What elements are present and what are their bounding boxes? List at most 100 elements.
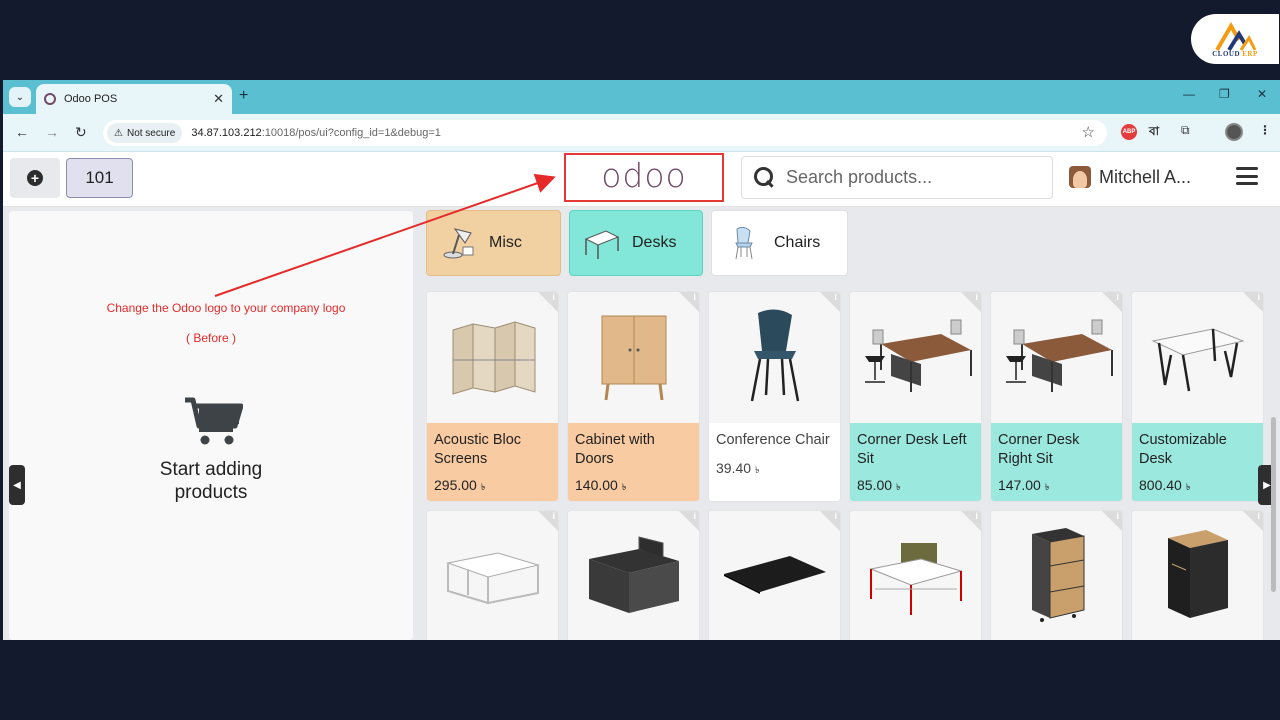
chair-icon xyxy=(735,226,753,260)
product-name: Customizable Desk xyxy=(1139,432,1227,467)
empty-cart-message: Start adding products xyxy=(9,458,413,504)
currency-symbol: ৳ xyxy=(480,482,486,492)
plus-icon: + xyxy=(27,170,43,186)
chair-icon xyxy=(740,305,810,410)
pos-header: + 101 odoo Search products... Mitchell A… xyxy=(3,152,1280,207)
category-misc-label: Misc xyxy=(489,234,522,251)
profile-icon[interactable] xyxy=(1225,123,1243,141)
extensions-puzzle-icon[interactable]: ⧉ xyxy=(1181,123,1190,138)
category-desks-label: Desks xyxy=(632,234,677,251)
scrollbar[interactable] xyxy=(1271,417,1276,592)
product-price: 295.00 ৳ xyxy=(434,477,485,495)
collapse-left-icon[interactable]: ◀ xyxy=(9,465,25,505)
tab-search-button[interactable]: ⌄ xyxy=(9,87,31,107)
odoo-logo: odoo xyxy=(601,156,687,195)
product-meta: Corner Desk Right Sit 147.00 ৳ xyxy=(991,423,1122,501)
user-menu[interactable]: Mitchell A... xyxy=(1069,166,1191,188)
product-card[interactable]: i xyxy=(849,510,982,640)
product-card[interactable]: i Conference Chair 39.40 ৳ xyxy=(708,291,841,502)
product-card[interactable]: i Corner Desk Right Sit 147.00 ৳ xyxy=(990,291,1123,502)
order-panel: Change the Odoo logo to your company log… xyxy=(9,211,413,640)
product-price-value: 140.00 xyxy=(575,477,618,493)
product-card[interactable]: i xyxy=(990,510,1123,640)
reload-icon[interactable]: ↻ xyxy=(75,124,87,141)
bangla-extension-icon[interactable]: বা xyxy=(1149,123,1159,143)
product-image xyxy=(850,292,981,423)
adblock-icon[interactable]: ABP xyxy=(1121,124,1137,140)
new-tab-button[interactable]: + xyxy=(239,87,248,105)
desk-icon xyxy=(584,230,620,259)
category-chairs[interactable]: Chairs xyxy=(711,210,848,276)
minimize-icon[interactable]: — xyxy=(1183,87,1195,101)
pos-body: Change the Odoo logo to your company log… xyxy=(3,207,1280,640)
new-order-button[interactable]: + xyxy=(10,158,60,198)
warning-icon: ⚠ xyxy=(114,127,123,139)
product-price-value: 39.40 xyxy=(716,460,752,476)
browser-tab[interactable]: Odoo POS ✕ xyxy=(36,84,232,114)
product-card[interactable]: i Corner Desk Left Sit 85.00 ৳ xyxy=(849,291,982,502)
bookmark-star-icon[interactable]: ☆ xyxy=(1082,123,1095,141)
category-chairs-label: Chairs xyxy=(774,234,821,251)
product-image xyxy=(709,511,840,640)
corner-desk-icon xyxy=(851,310,981,405)
back-icon[interactable]: ← xyxy=(15,124,29,140)
product-image xyxy=(427,511,558,640)
category-misc[interactable]: Misc xyxy=(426,210,561,276)
product-grid: i Acoustic Bloc Screens 295.00 ৳ i Cabinet wi… xyxy=(426,291,1264,640)
search-products-field[interactable]: Search products... xyxy=(741,156,1053,199)
product-image xyxy=(568,511,699,640)
product-card[interactable]: i xyxy=(567,510,700,640)
order-tab-button[interactable]: 101 xyxy=(66,158,133,198)
product-card[interactable]: i xyxy=(708,510,841,640)
product-price: 800.40 ৳ xyxy=(1139,477,1190,495)
category-desks[interactable]: Desks xyxy=(569,210,703,276)
cloud-erp-logo-icon xyxy=(1215,22,1257,52)
product-image xyxy=(1132,292,1263,423)
empty-cart-line-1: Start adding xyxy=(159,459,263,480)
product-price: 85.00 ৳ xyxy=(857,477,901,495)
product-meta: Acoustic Bloc Screens 295.00 ৳ xyxy=(427,423,558,501)
favicon-icon xyxy=(44,93,56,105)
product-image xyxy=(991,292,1122,423)
category-bar: Misc Desks Chairs xyxy=(426,210,848,276)
workstation-icon xyxy=(861,529,971,624)
search-icon xyxy=(754,166,776,189)
url-field[interactable]: ⚠ Not secure 34.87.103.212:10018/pos/ui?… xyxy=(103,120,1107,146)
product-image xyxy=(568,292,699,423)
currency-symbol: ৳ xyxy=(1185,482,1191,492)
maximize-icon[interactable]: ❐ xyxy=(1219,87,1230,101)
shopping-cart-icon xyxy=(185,397,243,445)
product-meta: Cabinet with Doors 140.00 ৳ xyxy=(568,423,699,501)
product-name: Corner Desk Left Sit xyxy=(857,432,967,467)
product-name: Corner Desk Right Sit xyxy=(998,432,1080,467)
drawer-icon xyxy=(1022,524,1092,629)
product-card[interactable]: i Cabinet with Doors 140.00 ৳ xyxy=(567,291,700,502)
product-card[interactable]: i Customizable Desk 800.40 ৳ xyxy=(1131,291,1264,502)
product-card[interactable]: i Acoustic Bloc Screens 295.00 ৳ xyxy=(426,291,559,502)
hamburger-menu-icon[interactable] xyxy=(1236,167,1258,185)
url-text: 34.87.103.212:10018/pos/ui?config_id=1&d… xyxy=(191,127,441,139)
browser-window: ⌄ Odoo POS ✕ + — ❐ ✕ ← → ↻ ⚠ Not secure … xyxy=(3,80,1280,640)
currency-symbol: ৳ xyxy=(621,482,627,492)
product-meta: Corner Desk Left Sit 85.00 ৳ xyxy=(850,423,981,501)
pedestal-icon xyxy=(1158,524,1238,629)
product-price-value: 800.40 xyxy=(1139,477,1182,493)
brand-badge: CLOUD ERP xyxy=(1191,14,1279,64)
product-name: Acoustic Bloc Screens xyxy=(434,432,522,467)
browser-menu-icon[interactable]: ⋮ xyxy=(1259,123,1271,137)
empty-cart-line-2: products xyxy=(174,482,248,503)
close-tab-icon[interactable]: ✕ xyxy=(213,91,224,107)
not-secure-badge[interactable]: ⚠ Not secure xyxy=(107,123,183,143)
product-name: Conference Chair xyxy=(716,432,830,448)
product-price-value: 85.00 xyxy=(857,477,893,493)
product-meta: Conference Chair 39.40 ৳ xyxy=(709,423,840,501)
forward-icon[interactable]: → xyxy=(45,124,59,140)
brand-name: CLOUD ERP xyxy=(1212,50,1258,58)
product-card[interactable]: i xyxy=(426,510,559,640)
close-window-icon[interactable]: ✕ xyxy=(1257,87,1267,101)
product-price: 39.40 ৳ xyxy=(716,460,833,478)
product-image xyxy=(427,292,558,423)
annotation-before-label: ( Before ) xyxy=(185,331,236,345)
product-card[interactable]: i xyxy=(1131,510,1264,640)
avatar xyxy=(1069,166,1091,188)
